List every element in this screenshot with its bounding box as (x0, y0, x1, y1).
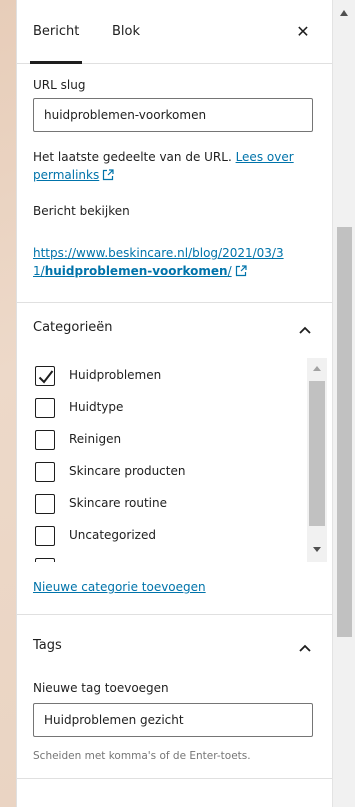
close-icon: ✕ (296, 22, 310, 41)
chevron-up-icon[interactable] (298, 640, 312, 654)
tags-panel-title[interactable]: Tags (33, 638, 62, 653)
category-list: Huidproblemen Huidtype Reinigen Skincare… (33, 358, 329, 562)
category-list-scrollbar[interactable] (307, 358, 327, 562)
url-slug-label: URL slug (33, 78, 86, 92)
category-checkbox[interactable] (35, 526, 55, 546)
post-url-link-wrap: https://www.beskincare.nl/blog/2021/03/3… (33, 244, 323, 282)
tag-input[interactable]: Huidproblemen gezicht (33, 703, 313, 737)
new-tag-label: Nieuwe tag toevoegen (33, 681, 169, 695)
close-button[interactable]: ✕ (291, 20, 315, 44)
scroll-up-arrow-icon[interactable] (340, 10, 348, 16)
url-slug-help: Het laatste gedeelte van de URL. Lees ov… (33, 148, 323, 186)
sidebar-header: Bericht Blok ✕ (17, 0, 332, 64)
category-item-reinigen[interactable]: Reinigen (35, 430, 295, 452)
url-slug-input[interactable]: huidproblemen-voorkomen (33, 98, 313, 132)
category-item-huidproblemen[interactable]: Huidproblemen (35, 366, 295, 388)
external-link-icon (102, 168, 114, 186)
category-item-uncategorized[interactable]: Uncategorized (35, 526, 295, 548)
tab-post[interactable]: Bericht (29, 0, 83, 64)
permalinks-link-line1: Lees over (235, 150, 294, 164)
section-divider (17, 302, 332, 303)
category-label: Huidproblemen (69, 368, 162, 382)
category-item-huidtype[interactable]: Huidtype (35, 398, 295, 420)
scroll-up-arrow-icon[interactable] (313, 366, 321, 371)
add-new-category-link[interactable]: Nieuwe categorie toevoegen (33, 580, 206, 594)
chevron-up-icon[interactable] (298, 322, 312, 336)
settings-sidebar: Bericht Blok ✕ URL slug huidproblemen-vo… (16, 0, 332, 807)
external-link-icon (235, 264, 247, 282)
category-item-skincare-routine[interactable]: Skincare routine (35, 494, 295, 516)
scroll-down-arrow-icon[interactable] (313, 547, 321, 552)
view-post-label: Bericht bekijken (33, 204, 130, 218)
category-checkbox[interactable] (35, 398, 55, 418)
post-url-line2-bold: huidproblemen-voorkomen (44, 264, 228, 278)
category-item-skincare-producten[interactable]: Skincare producten (35, 462, 295, 484)
checkmark-icon (38, 370, 54, 384)
tab-block[interactable]: Blok (112, 0, 140, 64)
add-category-wrap: Nieuwe categorie toevoegen (33, 578, 323, 596)
page-scrollbar[interactable] (332, 0, 355, 807)
category-checkbox[interactable] (35, 366, 55, 386)
category-checkbox[interactable] (35, 494, 55, 514)
category-label: Skincare routine (69, 496, 167, 510)
category-checkbox[interactable] (35, 462, 55, 482)
post-url-line2-prefix: 1/ (33, 264, 45, 278)
category-label: Skincare producten (69, 464, 186, 478)
section-divider (17, 614, 332, 615)
category-checkbox[interactable] (35, 558, 55, 562)
category-item-partial[interactable] (35, 558, 295, 562)
categories-panel-title[interactable]: Categorieën (33, 320, 113, 335)
scroll-thumb[interactable] (309, 381, 325, 526)
post-url-line1: https://www.beskincare.nl/blog/2021/03/3 (33, 246, 284, 260)
section-divider (17, 778, 332, 779)
tag-help-text: Scheiden met komma's of de Enter-toets. (33, 750, 251, 762)
category-label: Reinigen (69, 432, 122, 446)
post-url-line2-suffix: / (227, 264, 232, 278)
category-label: Huidtype (69, 400, 124, 414)
category-checkbox[interactable] (35, 430, 55, 450)
url-slug-help-text: Het laatste gedeelte van de URL. (33, 150, 236, 164)
permalinks-link-line2: permalinks (33, 168, 100, 182)
category-label: Uncategorized (69, 528, 156, 542)
scroll-thumb[interactable] (337, 227, 352, 637)
